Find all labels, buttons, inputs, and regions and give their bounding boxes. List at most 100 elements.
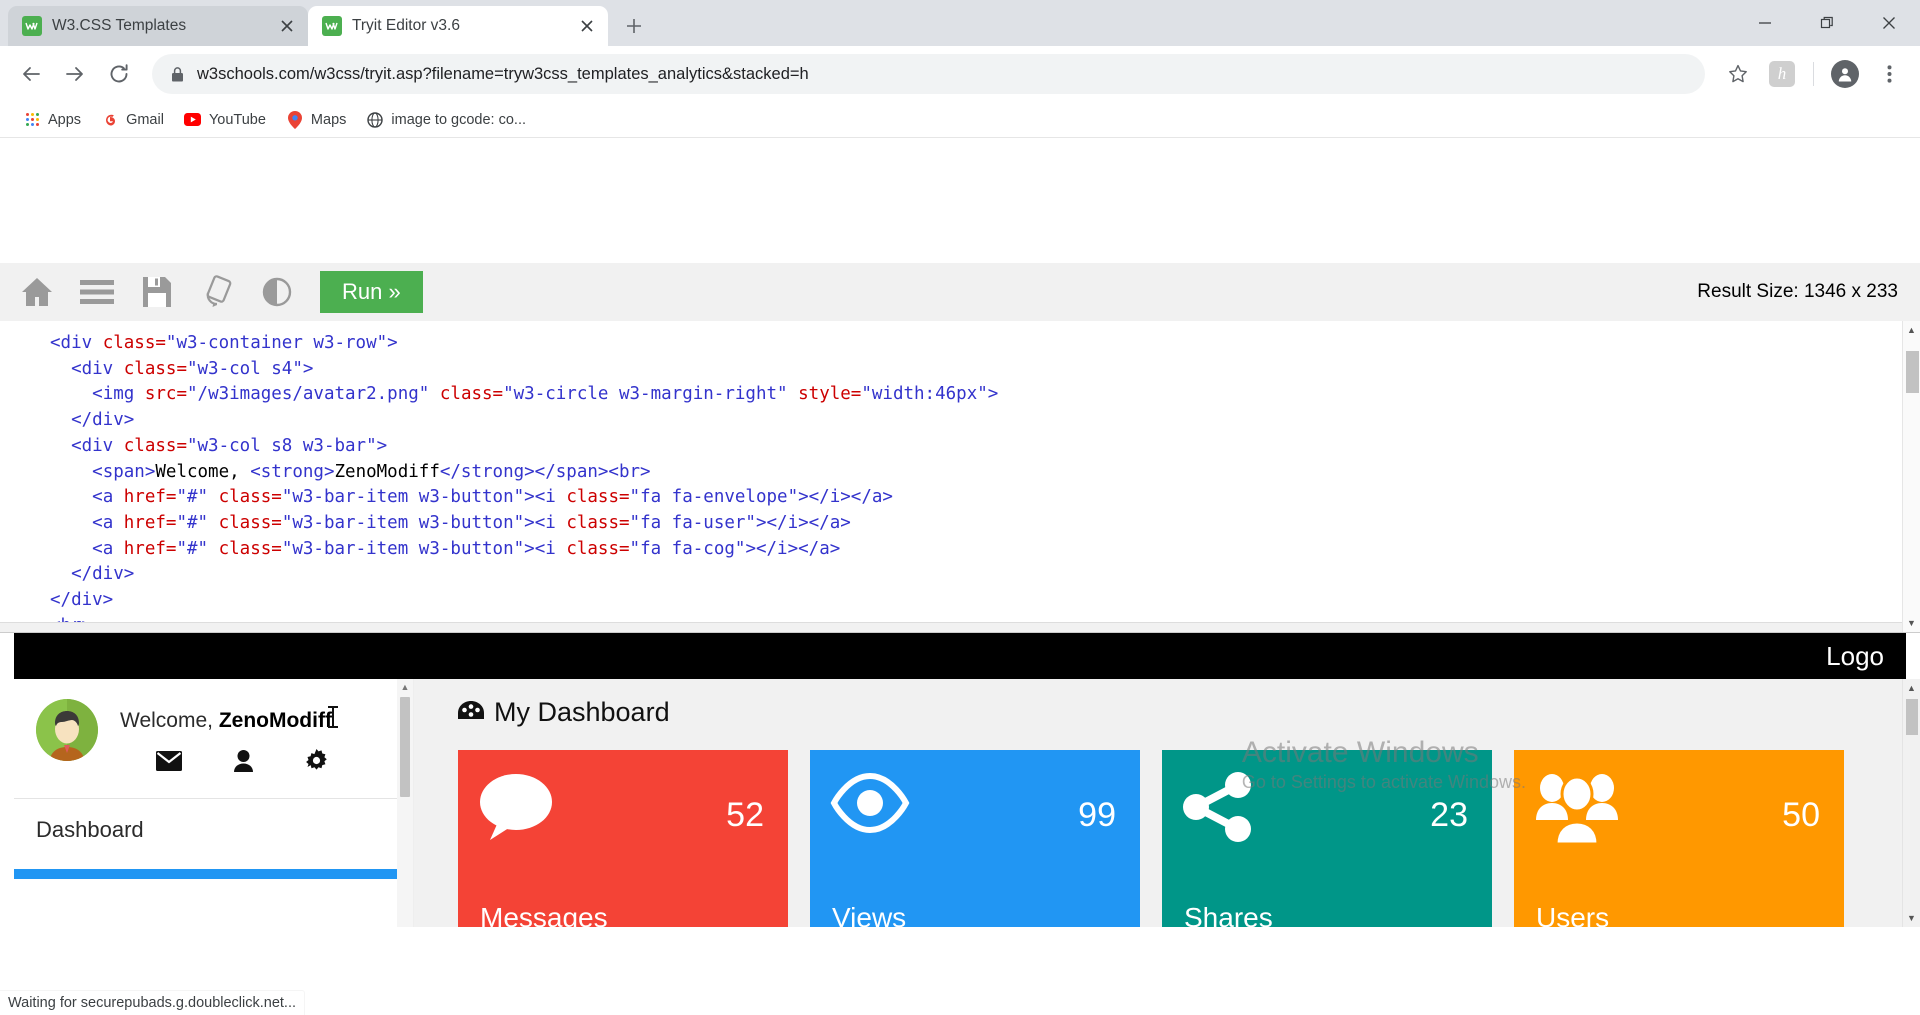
scroll-up-arrow-icon[interactable]: ▲ (397, 679, 413, 695)
new-tab-button[interactable] (616, 8, 652, 44)
status-bar: Waiting for securepubads.g.doubleclick.n… (0, 991, 304, 1015)
change-orientation-icon[interactable] (194, 271, 240, 313)
lock-icon (170, 66, 185, 83)
tab-tryit-editor[interactable]: Tryit Editor v3.6 (308, 6, 608, 46)
code-line: <hr> (50, 614, 1902, 622)
page-top-whitespace (0, 138, 1920, 263)
page-title: My Dashboard (458, 697, 1906, 728)
bookmark-apps[interactable]: Apps (14, 106, 90, 134)
scroll-down-arrow-icon[interactable]: ▼ (1903, 909, 1920, 927)
w3-logo-icon (322, 16, 342, 36)
preview-frame: Logo (14, 633, 1906, 927)
browser-window: W3.CSS Templates Tryit Editor v3.6 (0, 0, 1920, 1015)
tab-w3css-templates[interactable]: W3.CSS Templates (8, 6, 308, 46)
card-shares[interactable]: 23 Shares (1162, 750, 1492, 927)
code-editor-panel[interactable]: <div class="w3-container w3-row"> <div c… (0, 321, 1920, 633)
card-users[interactable]: 50 Users (1514, 750, 1844, 927)
result-height: 233 (1866, 281, 1898, 302)
scroll-up-arrow-icon[interactable]: ▲ (1903, 679, 1920, 697)
page-content: Run » Result Size: 1346 x 233 <div class… (0, 138, 1920, 1015)
run-button[interactable]: Run » (320, 271, 423, 313)
dashboard-icon (458, 697, 484, 728)
close-icon[interactable] (276, 15, 298, 37)
tryit-toolbar: Run » Result Size: 1346 x 233 (0, 263, 1920, 321)
card-messages[interactable]: 52 Messages (458, 750, 788, 927)
profile-avatar-icon[interactable] (1824, 53, 1866, 95)
maps-icon (286, 111, 304, 129)
bookmark-label: YouTube (209, 112, 266, 128)
code-line: <a href="#" class="w3-bar-item w3-button… (50, 485, 1902, 511)
scroll-up-arrow-icon[interactable]: ▲ (1903, 321, 1920, 339)
scrollbar-thumb[interactable] (1906, 351, 1919, 393)
apps-grid-icon (23, 111, 41, 129)
bookmark-maps[interactable]: Maps (277, 106, 355, 134)
window-controls (1734, 0, 1920, 46)
back-arrow-icon[interactable] (10, 53, 52, 95)
code-line: </div> (50, 562, 1902, 588)
home-icon[interactable] (14, 271, 60, 313)
sidebar-scrollbar[interactable]: ▲ (397, 679, 413, 927)
sidebar-item-dashboard[interactable]: Dashboard (14, 799, 413, 861)
scrollbar-thumb[interactable] (400, 697, 410, 797)
text-cursor-icon (332, 706, 334, 728)
address-bar[interactable]: w3schools.com/w3css/tryit.asp?filename=t… (152, 54, 1705, 94)
url-text: w3schools.com/w3css/tryit.asp?filename=t… (197, 65, 1691, 84)
three-dot-menu-icon[interactable] (1868, 53, 1910, 95)
code-line: <div class="w3-col s4"> (50, 357, 1902, 383)
bookmarks-bar: Apps Gmail YouTube Maps image to gcode: … (0, 102, 1920, 138)
horizontal-scrollbar[interactable] (0, 622, 1902, 632)
welcome-prefix: Welcome, (120, 709, 219, 732)
bookmark-image-to-gcode[interactable]: image to gcode: co... (357, 106, 535, 134)
star-icon[interactable] (1717, 53, 1759, 95)
gmail-icon (101, 111, 119, 129)
code-line: </div> (50, 588, 1902, 614)
bookmark-label: Apps (48, 112, 81, 128)
comment-icon (478, 831, 554, 848)
card-label: Users (1536, 902, 1609, 927)
tab-title: Tryit Editor v3.6 (352, 17, 566, 35)
result-size: Result Size: 1346 x 233 (1697, 281, 1898, 303)
sidebar-item-label: Dashboard (36, 817, 144, 842)
card-views[interactable]: 99 Views (810, 750, 1140, 927)
preview-vertical-scrollbar[interactable]: ▲ ▼ (1902, 679, 1920, 927)
close-icon[interactable] (576, 15, 598, 37)
sidebar-active-strip[interactable] (14, 869, 413, 879)
menu-icon[interactable] (74, 271, 120, 313)
dark-mode-icon[interactable] (254, 271, 300, 313)
bookmark-label: Gmail (126, 112, 164, 128)
honey-extension-icon[interactable]: h (1761, 53, 1803, 95)
code-editor[interactable]: <div class="w3-container w3-row"> <div c… (0, 321, 1902, 622)
code-line: </div> (50, 408, 1902, 434)
scrollbar-thumb[interactable] (1906, 699, 1918, 735)
card-value: 23 (1430, 798, 1468, 832)
code-line: <img src="/w3images/avatar2.png" class="… (50, 382, 1902, 408)
youtube-icon (184, 111, 202, 129)
cog-icon[interactable] (305, 749, 328, 772)
preview-topbar: Logo (14, 633, 1906, 679)
users-icon (1534, 831, 1620, 848)
user-avatar-image (36, 699, 98, 761)
avatar (1831, 60, 1859, 88)
preview-main: My Dashboard 52 Messages (414, 679, 1906, 927)
user-icon[interactable] (234, 749, 253, 772)
honey-icon-glyph: h (1769, 61, 1795, 87)
bookmark-youtube[interactable]: YouTube (175, 106, 275, 134)
envelope-icon[interactable] (156, 749, 182, 772)
sidebar-profile: Welcome, ZenoModiff (14, 679, 413, 772)
scroll-down-arrow-icon[interactable]: ▼ (1903, 614, 1920, 632)
sidebar-action-icons (120, 733, 332, 772)
close-icon[interactable] (1858, 0, 1920, 46)
card-label: Messages (480, 902, 608, 927)
editor-vertical-scrollbar[interactable]: ▲ ▼ (1902, 321, 1920, 632)
forward-arrow-icon[interactable] (54, 53, 96, 95)
bookmark-label: image to gcode: co... (391, 112, 526, 128)
card-value: 52 (726, 798, 764, 832)
maximize-icon[interactable] (1796, 0, 1858, 46)
minimize-icon[interactable] (1734, 0, 1796, 46)
reload-icon[interactable] (98, 53, 140, 95)
stat-cards: 52 Messages 99 Views (458, 750, 1906, 927)
save-icon[interactable] (134, 271, 180, 313)
code-line: <span>Welcome, <strong>ZenoModiff</stron… (50, 460, 1902, 486)
bookmark-gmail[interactable]: Gmail (92, 106, 173, 134)
code-line: <a href="#" class="w3-bar-item w3-button… (50, 511, 1902, 537)
